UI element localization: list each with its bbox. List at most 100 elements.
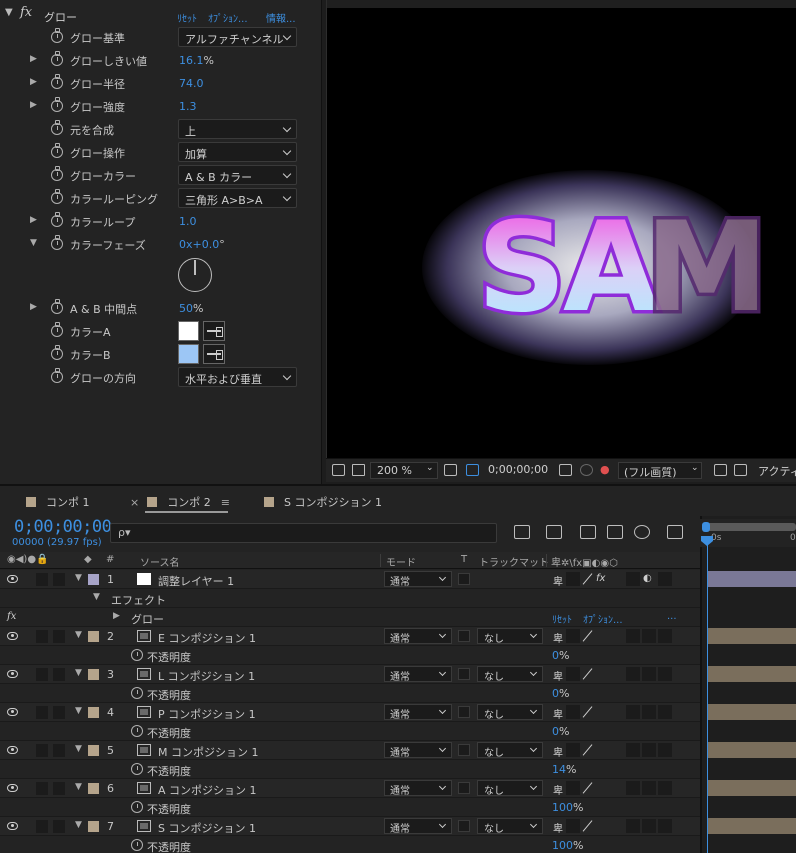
switch-box[interactable] xyxy=(658,781,672,795)
color-phase-dial[interactable] xyxy=(178,258,212,292)
viewer-timecode[interactable]: 0;00;00;00 xyxy=(488,463,548,476)
stopwatch-icon[interactable] xyxy=(131,839,143,851)
table-row[interactable]: ▼ 1 調整レイヤー 1 通常 卑 fx ◐ xyxy=(0,570,700,589)
layer-name[interactable]: L コンポジション 1 xyxy=(158,668,255,684)
table-row[interactable]: ▼ 6 A コンポジション 1 通常 なし卑 xyxy=(0,779,700,798)
label-color-swatch[interactable] xyxy=(88,745,99,756)
shy-switch-icon[interactable]: 卑 xyxy=(553,573,563,588)
stopwatch-icon[interactable] xyxy=(51,28,63,43)
reset-link[interactable]: ﾘｾｯﾄ xyxy=(552,611,572,626)
eye-icon[interactable] xyxy=(7,670,18,678)
layer-duration-bar[interactable] xyxy=(707,818,796,834)
shy-switch-icon[interactable]: 卑 xyxy=(553,668,563,683)
eye-icon[interactable] xyxy=(7,822,18,830)
switch-box[interactable] xyxy=(642,819,656,833)
layer-name[interactable]: S コンポジション 1 xyxy=(158,820,256,836)
expanded-triangle-icon[interactable]: ▼ xyxy=(75,630,82,640)
collapsed-triangle-icon[interactable]: ▶ xyxy=(30,302,37,312)
layer-duration-bar[interactable] xyxy=(707,780,796,796)
solo-lock-toggle[interactable] xyxy=(53,573,65,586)
table-row[interactable]: ▼ 3 L コンポジション 1 通常 なし卑 xyxy=(0,665,700,684)
stopwatch-icon[interactable] xyxy=(131,763,143,775)
switch-box[interactable] xyxy=(642,781,656,795)
stopwatch-icon[interactable] xyxy=(131,725,143,737)
opacity-value[interactable]: 0% xyxy=(552,725,569,738)
layer-duration-bar[interactable] xyxy=(707,666,796,682)
color-swatch[interactable] xyxy=(178,344,199,364)
stopwatch-icon[interactable] xyxy=(131,801,143,813)
show-snapshot-icon[interactable] xyxy=(580,464,593,476)
layer-name[interactable]: M コンポジション 1 xyxy=(158,744,258,760)
solo-lock-toggle[interactable] xyxy=(36,630,48,643)
eye-icon[interactable] xyxy=(7,575,18,583)
stopwatch-icon[interactable] xyxy=(51,51,63,66)
switch-box[interactable] xyxy=(626,781,640,795)
grid-guides-icon[interactable] xyxy=(444,464,457,476)
switch-box[interactable] xyxy=(566,705,580,719)
quality-switch-icon[interactable] xyxy=(582,819,594,833)
tab-s-comp[interactable]: S コンポジション 1 xyxy=(264,494,382,510)
preserve-transparency-toggle[interactable] xyxy=(458,744,470,756)
collapsed-triangle-icon[interactable]: ▶ xyxy=(113,611,120,621)
frame-blending-icon[interactable] xyxy=(607,525,623,539)
label-color-swatch[interactable] xyxy=(88,574,99,585)
collapsed-triangle-icon[interactable]: ▶ xyxy=(30,215,37,225)
tab-comp-1[interactable]: コンポ 1 xyxy=(26,494,90,510)
snapshot-camera-icon[interactable] xyxy=(559,464,572,476)
region-of-interest-icon[interactable] xyxy=(714,464,727,476)
tab-comp-2[interactable]: × コンポ 2 ≡ xyxy=(130,494,230,510)
layer-name[interactable]: E コンポジション 1 xyxy=(158,630,256,646)
label-color-swatch[interactable] xyxy=(88,707,99,718)
switch-box[interactable] xyxy=(642,743,656,757)
expanded-triangle-icon[interactable]: ▼ xyxy=(75,573,82,583)
column-source-name[interactable]: ソース名 xyxy=(140,554,180,569)
monitor-icon[interactable] xyxy=(352,464,365,476)
opacity-value[interactable]: 100% xyxy=(552,801,583,814)
table-row[interactable]: ▼ 7 S コンポジション 1 通常 なし卑 xyxy=(0,817,700,836)
stopwatch-icon[interactable] xyxy=(51,299,63,314)
collapsed-triangle-icon[interactable]: ▶ xyxy=(30,100,37,110)
more-link[interactable]: ... xyxy=(667,611,677,622)
resolution-dropdown[interactable]: (フル画質) ⌄ xyxy=(618,462,702,479)
draft-3d-icon[interactable] xyxy=(546,525,562,539)
adjustment-layer-icon[interactable]: ◐ xyxy=(643,573,652,584)
preserve-transparency-toggle[interactable] xyxy=(458,573,470,585)
table-row[interactable]: ▼ 2 E コンポジション 1 通常 なし卑 xyxy=(0,627,700,646)
switch-box[interactable] xyxy=(626,705,640,719)
current-time[interactable]: 0;00;00;00 xyxy=(14,517,112,537)
blend-mode-dropdown[interactable]: 通常 xyxy=(384,742,452,759)
prop-dropdown[interactable]: アルファチャンネル xyxy=(178,27,297,47)
prop-value[interactable]: 1.0 xyxy=(179,215,197,228)
switch-box[interactable] xyxy=(658,705,672,719)
layer-duration-bar[interactable] xyxy=(707,571,796,587)
graph-editor-icon[interactable] xyxy=(667,525,683,539)
stopwatch-icon[interactable] xyxy=(51,74,63,89)
blend-mode-dropdown[interactable]: 通常 xyxy=(384,628,452,645)
prop-value[interactable]: 74.0 xyxy=(179,77,204,90)
prop-dropdown[interactable]: 三角形 A>B>A xyxy=(178,188,297,208)
glow-effect-row[interactable]: fx ▶ グロー ﾘｾｯﾄ ｵﾌﾟｼｮﾝ...... xyxy=(0,608,700,627)
quality-switch-icon[interactable] xyxy=(582,629,594,643)
solo-lock-toggle[interactable] xyxy=(53,744,65,757)
preserve-transparency-toggle[interactable] xyxy=(458,630,470,642)
quality-switch-icon[interactable] xyxy=(582,743,594,757)
solo-lock-toggle[interactable] xyxy=(53,820,65,833)
layer-duration-bar[interactable] xyxy=(707,628,796,644)
zoom-dropdown[interactable]: 200 % ⌄ xyxy=(370,462,438,479)
expanded-triangle-icon[interactable]: ▼ xyxy=(75,706,82,716)
stopwatch-icon[interactable] xyxy=(51,235,63,250)
switch-box[interactable] xyxy=(566,667,580,681)
blend-mode-dropdown[interactable]: 通常 xyxy=(384,704,452,721)
opacity-value[interactable]: 14% xyxy=(552,763,576,776)
layer-name[interactable]: A コンポジション 1 xyxy=(158,782,257,798)
stopwatch-icon[interactable] xyxy=(51,322,63,337)
switch-box[interactable] xyxy=(566,819,580,833)
preserve-transparency-toggle[interactable] xyxy=(458,782,470,794)
expanded-triangle-icon[interactable]: ▼ xyxy=(75,744,82,754)
timeline-tracks[interactable] xyxy=(700,516,796,853)
eyedropper-icon[interactable] xyxy=(203,344,225,364)
eye-icon[interactable] xyxy=(7,708,18,716)
table-row[interactable]: ▼ 4 P コンポジション 1 通常 なし卑 xyxy=(0,703,700,722)
eyedropper-icon[interactable] xyxy=(203,321,225,341)
stopwatch-icon[interactable] xyxy=(51,120,63,135)
